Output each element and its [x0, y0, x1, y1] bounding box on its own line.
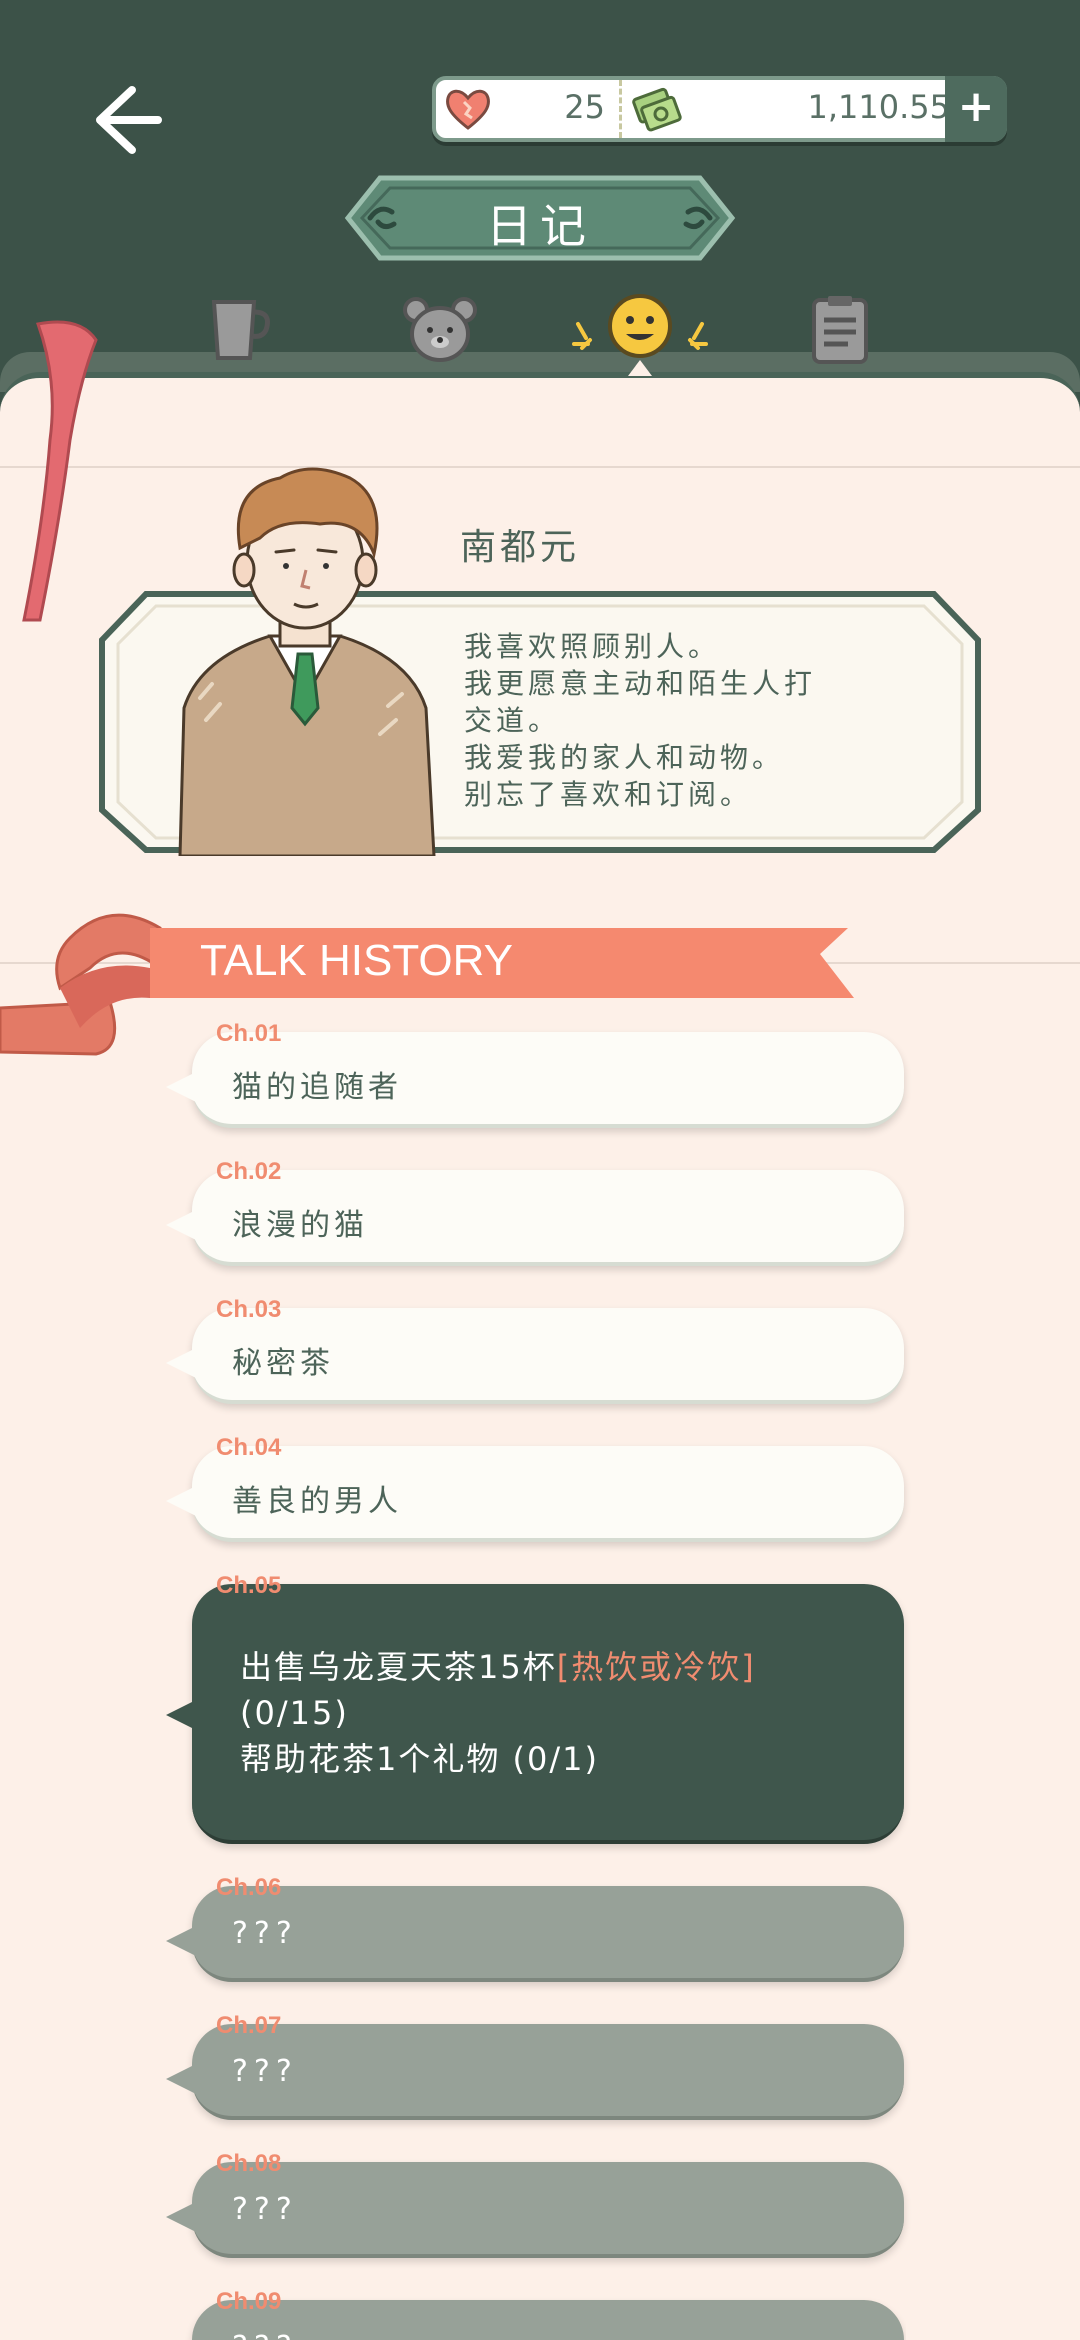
- chapter-label: Ch.01: [216, 1020, 282, 1047]
- chapter-title: 善良的男人: [232, 1484, 402, 1519]
- chapter-title: 秘密茶: [232, 1346, 334, 1381]
- chapter-label: Ch.05: [216, 1572, 282, 1599]
- back-arrow-icon[interactable]: [88, 82, 164, 158]
- chapter-bubble[interactable]: 猫的追随者: [166, 1032, 904, 1128]
- bubble-tail: [166, 1700, 196, 1730]
- chapter-label: Ch.09: [216, 2288, 282, 2315]
- hearts-value: 25: [564, 88, 605, 126]
- bubble-tail: [166, 1348, 196, 1378]
- quest-line-1: 出售乌龙夏天茶15杯: [240, 1648, 557, 1686]
- add-money-button[interactable]: +: [945, 76, 1007, 142]
- description-line: 我喜欢照顾别人。: [464, 630, 721, 663]
- chapter-quest-text: 出售乌龙夏天茶15杯[热饮或冷饮] (0/15) 帮助花茶1个礼物 (0/1): [240, 1644, 756, 1782]
- bubble-tail: [166, 2064, 196, 2094]
- chapter-title: 猫的追随者: [232, 1070, 402, 1105]
- sparkle-right-icon: [688, 322, 708, 350]
- quest-progress: (0/15): [240, 1694, 349, 1732]
- tab-pointer: [628, 360, 652, 376]
- chapter-bubble-locked[interactable]: ???: [166, 2024, 904, 2120]
- bear-icon[interactable]: [400, 290, 480, 370]
- coffee-cup-icon[interactable]: [200, 290, 280, 370]
- chapter-bubble-active[interactable]: 出售乌龙夏天茶15杯[热饮或冷饮] (0/15) 帮助花茶1个礼物 (0/1): [166, 1584, 904, 1844]
- currency-bar: 25 1,110.55 +: [432, 76, 1007, 142]
- chapter-label: Ch.06: [216, 1874, 282, 1901]
- chapter-bubble-locked[interactable]: ???: [192, 2300, 904, 2340]
- page-title: 日记: [486, 199, 594, 253]
- chapter-bubble-locked[interactable]: ???: [166, 2162, 904, 2258]
- description-line: 交道。: [464, 704, 561, 737]
- chapter-label: Ch.03: [216, 1296, 282, 1323]
- chapter-title: ???: [232, 2330, 298, 2340]
- character-description: 我喜欢照顾别人。 我更愿意主动和陌生人打 交道。 我爱我的家人和动物。 别忘了喜…: [464, 628, 904, 813]
- hearts-counter: 25: [436, 80, 622, 138]
- chapter-label: Ch.08: [216, 2150, 282, 2177]
- notes-icon[interactable]: [800, 290, 880, 370]
- chapter-label: Ch.02: [216, 1158, 282, 1185]
- smiley-face-icon[interactable]: [600, 286, 680, 366]
- chapter-bubble[interactable]: 善良的男人: [166, 1446, 904, 1542]
- quest-line-3: 帮助花茶1个礼物 (0/1): [240, 1740, 600, 1778]
- chapter-title: ???: [232, 2192, 298, 2227]
- chapter-title: ???: [232, 1916, 298, 1951]
- sparkle-left-icon: [572, 322, 592, 350]
- character-name: 南都元: [460, 527, 581, 568]
- chapter-label: Ch.07: [216, 2012, 282, 2039]
- chapter-label: Ch.04: [216, 1434, 282, 1461]
- bubble-tail: [166, 1926, 196, 1956]
- bubble-tail: [166, 2202, 196, 2232]
- description-line: 我更愿意主动和陌生人打: [464, 667, 817, 700]
- chapter-bubble-locked[interactable]: ???: [166, 1886, 904, 1982]
- bubble-tail: [166, 1486, 196, 1516]
- money-value: 1,110.55: [807, 88, 951, 126]
- cash-icon: [632, 87, 682, 132]
- chapter-title: ???: [232, 2054, 298, 2089]
- talk-history-title: TALK HISTORY: [200, 936, 513, 985]
- chapter-title: 浪漫的猫: [232, 1208, 368, 1243]
- money-counter: 1,110.55: [626, 80, 956, 138]
- description-line: 我爱我的家人和动物。: [464, 741, 785, 774]
- character-portrait: [178, 467, 436, 856]
- chapter-entry-09[interactable]: ??? Ch.09: [166, 2288, 906, 2340]
- heart-icon: [446, 89, 490, 130]
- ribbon-bookmark: [22, 320, 98, 622]
- chapter-bubble[interactable]: 秘密茶: [166, 1308, 904, 1404]
- quest-highlight: [热饮或冷饮]: [556, 1648, 756, 1686]
- bubble-tail: [166, 1210, 196, 1240]
- bubble-tail: [166, 1072, 196, 1102]
- chapter-bubble[interactable]: 浪漫的猫: [166, 1170, 904, 1266]
- description-line: 别忘了喜欢和订阅。: [464, 778, 753, 811]
- header-bar: 25 1,110.55 + 日记: [0, 0, 1080, 380]
